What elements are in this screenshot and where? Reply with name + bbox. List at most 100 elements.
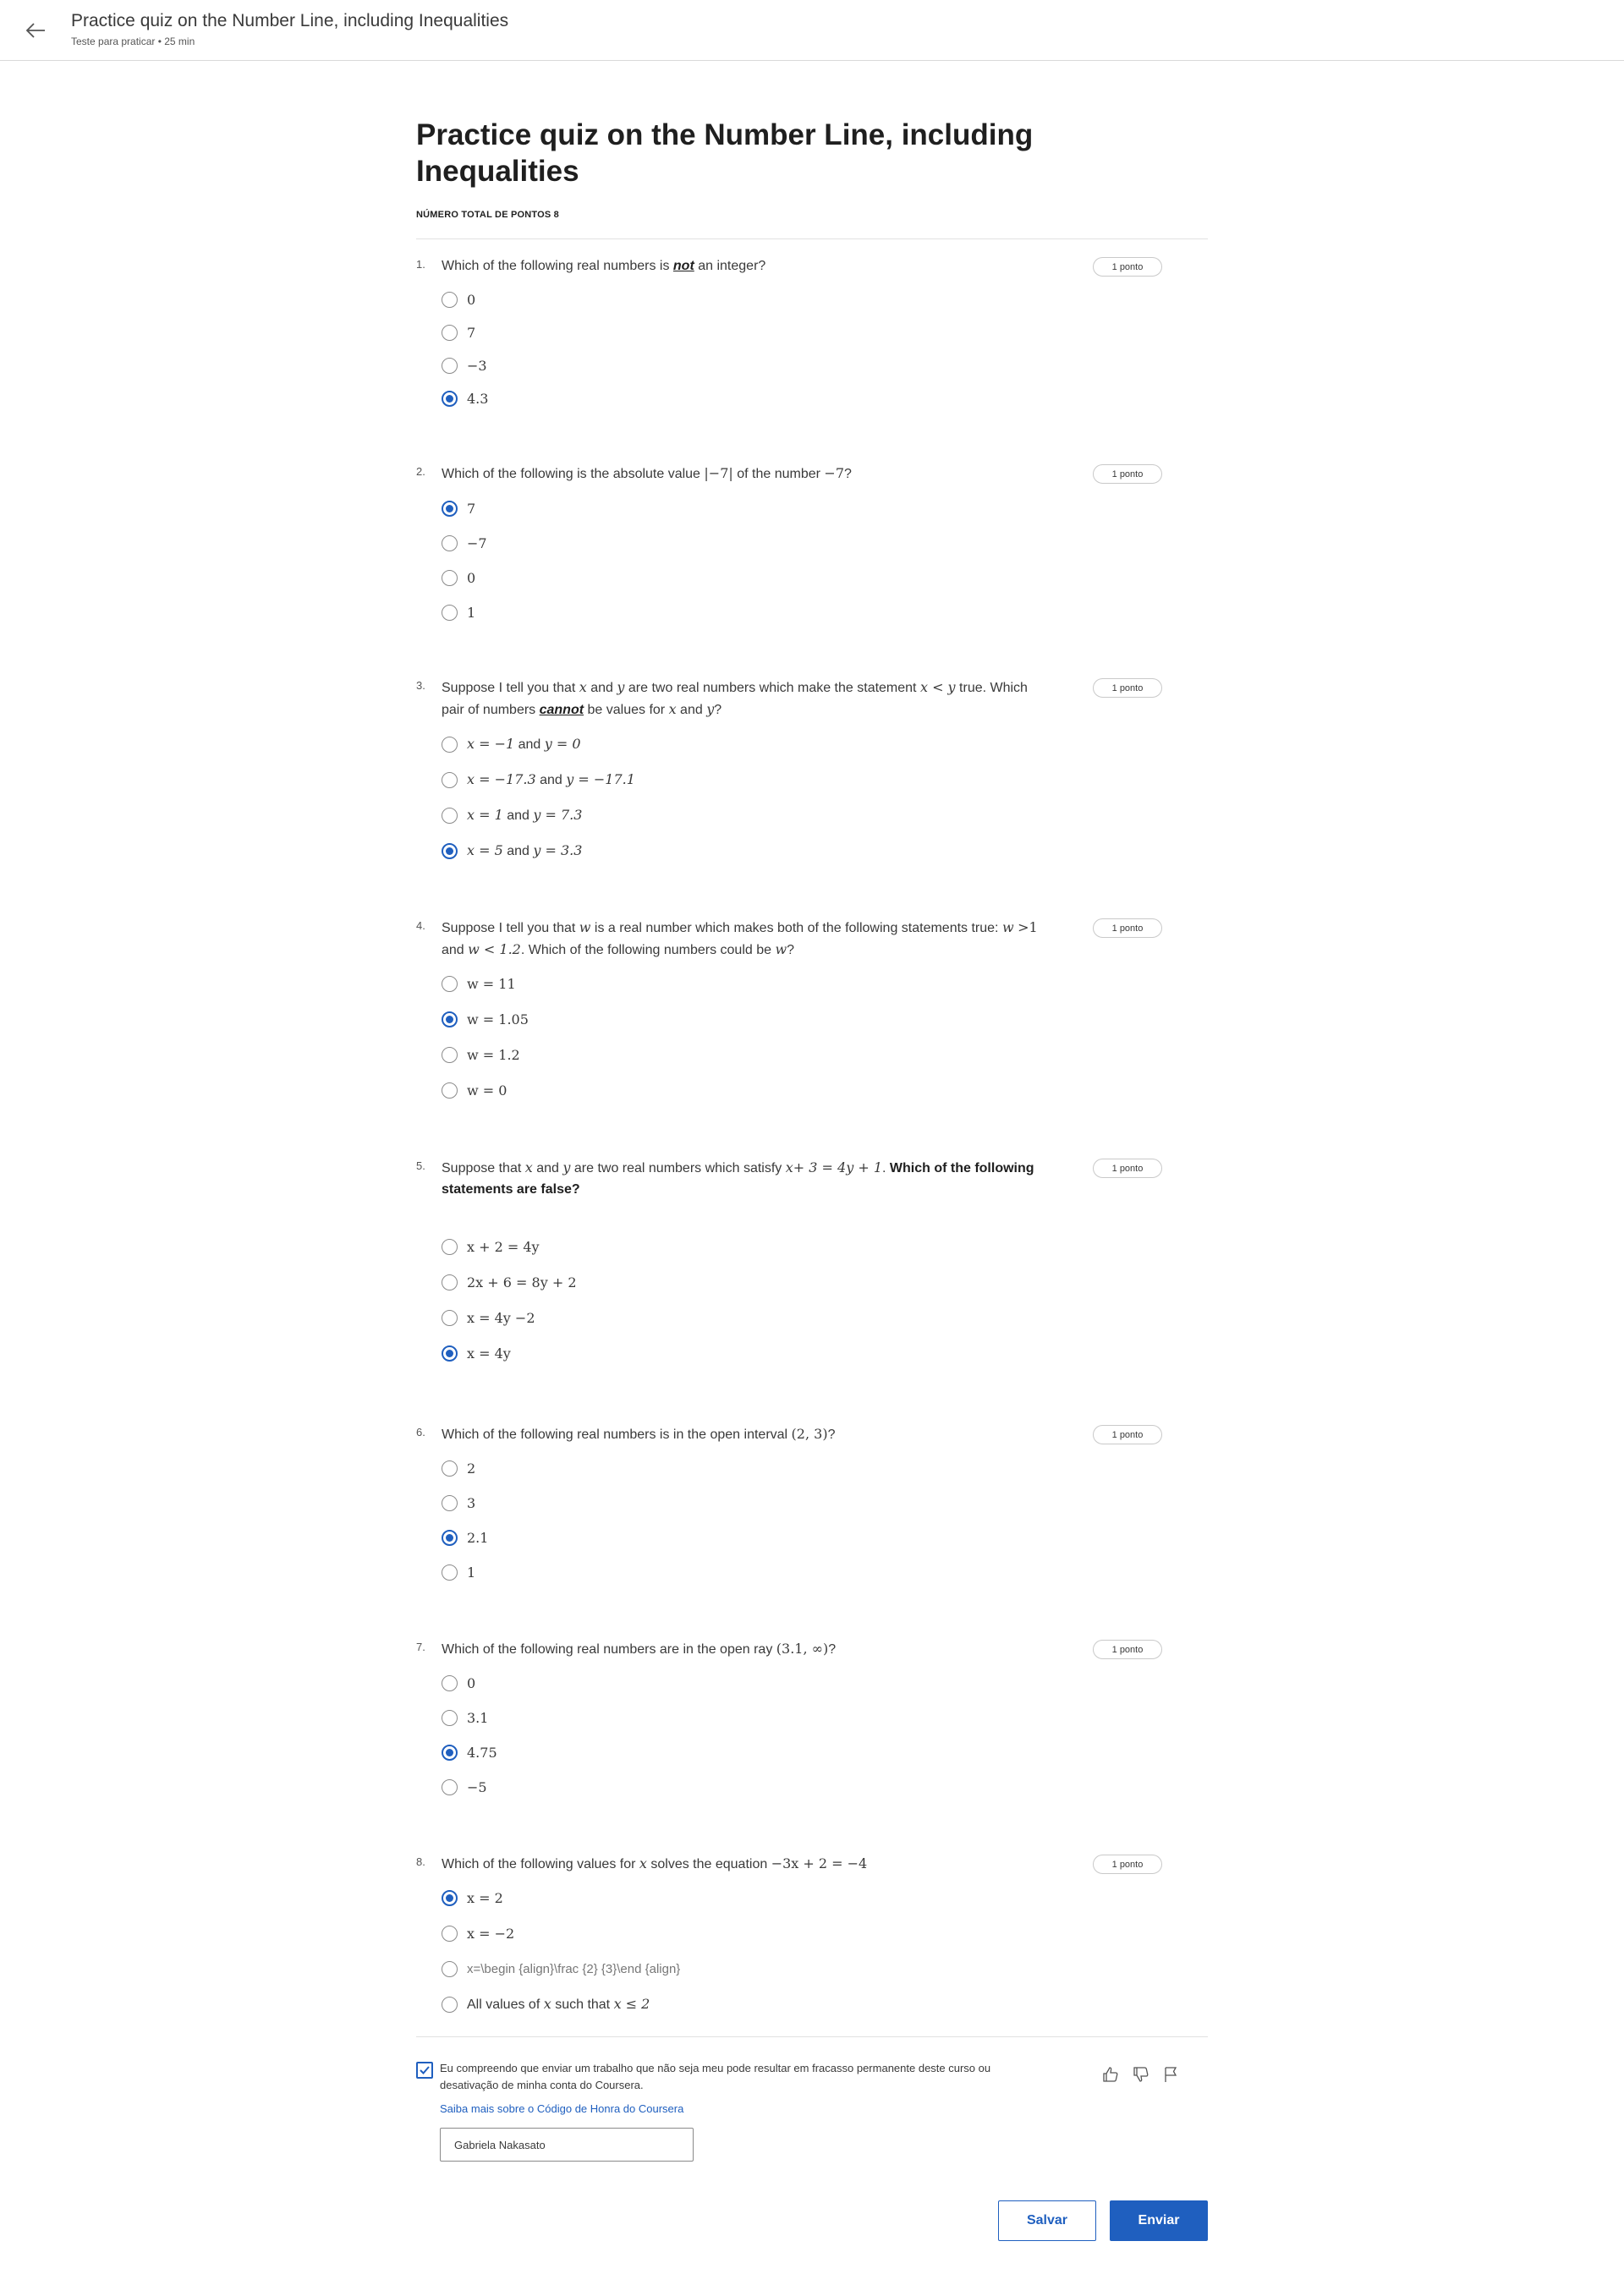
radio-button-selected[interactable] — [442, 500, 458, 517]
points-badge: 1 ponto — [1093, 464, 1162, 484]
answer-option[interactable]: 2 — [442, 1456, 475, 1480]
radio-button[interactable] — [442, 1709, 458, 1726]
radio-button-selected[interactable] — [442, 390, 458, 407]
answer-option[interactable]: 3.1 — [442, 1706, 488, 1729]
answer-option[interactable]: 2x + 6 = 8y + 2 — [442, 1270, 577, 1294]
answer-option[interactable]: x = 5 and y = 3.3 — [442, 839, 582, 863]
answer-option[interactable]: w = 0 — [442, 1078, 507, 1102]
answer-option[interactable]: 3 — [442, 1491, 475, 1515]
answer-option[interactable]: 0 — [442, 288, 475, 311]
answer-option[interactable]: x = 4y — [442, 1341, 511, 1365]
radio-button[interactable] — [442, 736, 458, 753]
answer-option[interactable]: 0 — [442, 1671, 475, 1695]
points-badge: 1 ponto — [1093, 1159, 1162, 1178]
radio-button[interactable] — [442, 1274, 458, 1290]
radio-button[interactable] — [442, 1925, 458, 1942]
radio-button[interactable] — [442, 1996, 458, 2013]
answer-option[interactable]: −7 — [442, 531, 487, 555]
question-text: Suppose that x and y are two real number… — [442, 1159, 1034, 1197]
answer-option[interactable]: −5 — [442, 1775, 487, 1799]
answer-option[interactable]: 2.1 — [442, 1526, 488, 1549]
radio-button[interactable] — [442, 1460, 458, 1477]
radio-button[interactable] — [442, 324, 458, 341]
flag-button[interactable] — [1160, 2063, 1182, 2085]
radio-button[interactable] — [442, 534, 458, 551]
question-text: Which of the following values for x solv… — [442, 1855, 868, 1871]
radio-button[interactable] — [442, 1778, 458, 1795]
question-number: 3. — [416, 679, 425, 692]
radio-button[interactable] — [442, 291, 458, 308]
checkmark-icon — [420, 2066, 430, 2074]
radio-button[interactable] — [442, 975, 458, 992]
points-badge: 1 ponto — [1093, 1855, 1162, 1874]
flag-icon — [1165, 2067, 1177, 2082]
radio-button[interactable] — [442, 604, 458, 621]
radio-button[interactable] — [442, 771, 458, 788]
thumbs-up-icon — [1103, 2067, 1118, 2082]
legal-name-input[interactable] — [440, 2128, 694, 2162]
answer-option[interactable]: −3 — [442, 353, 487, 377]
submit-button[interactable]: Enviar — [1110, 2200, 1208, 2241]
radio-button-selected[interactable] — [442, 1011, 458, 1027]
total-points-label: NÚMERO TOTAL DE PONTOS 8 — [416, 210, 560, 220]
radio-button[interactable] — [442, 1046, 458, 1063]
answer-option[interactable]: x = −2 — [442, 1921, 514, 1945]
radio-button[interactable] — [442, 1494, 458, 1511]
radio-button[interactable] — [442, 569, 458, 586]
back-button[interactable] — [20, 15, 51, 46]
question-number: 7. — [416, 1641, 425, 1653]
answer-option[interactable]: x=\begin {align}\frac {2} {3}\end {align… — [442, 1957, 680, 1981]
points-badge: 1 ponto — [1093, 1640, 1162, 1659]
question-number: 6. — [416, 1426, 425, 1438]
question-number: 8. — [416, 1855, 425, 1868]
answer-option[interactable]: 4.3 — [442, 386, 488, 410]
radio-button-selected[interactable] — [442, 842, 458, 859]
radio-button-selected[interactable] — [442, 1889, 458, 1906]
answer-option[interactable]: x = 2 — [442, 1886, 503, 1910]
answer-option[interactable]: 7 — [442, 321, 475, 344]
thumbs-up-button[interactable] — [1100, 2063, 1122, 2085]
answer-option[interactable]: 4.75 — [442, 1740, 497, 1764]
radio-button[interactable] — [442, 357, 458, 374]
radio-button[interactable] — [442, 1960, 458, 1977]
radio-button-selected[interactable] — [442, 1529, 458, 1546]
radio-button-selected[interactable] — [442, 1345, 458, 1362]
radio-button-selected[interactable] — [442, 1744, 458, 1761]
answer-option[interactable]: w = 1.05 — [442, 1007, 529, 1031]
question-text: Which of the following real numbers are … — [442, 1641, 837, 1657]
question-text: Which of the following real numbers is n… — [442, 259, 766, 273]
radio-button[interactable] — [442, 1564, 458, 1581]
radio-button[interactable] — [442, 1238, 458, 1255]
question-text: Suppose I tell you that x and y are two … — [442, 679, 1028, 717]
answer-option[interactable]: All values of x such that x ≤ 2 — [442, 1992, 650, 2016]
answer-option[interactable]: 1 — [442, 1560, 475, 1584]
divider — [416, 238, 1208, 239]
question-text: Which of the following is the absolute v… — [442, 465, 852, 481]
answer-option[interactable]: 7 — [442, 496, 475, 520]
answer-option[interactable]: x = −17.3 and y = −17.1 — [442, 768, 635, 792]
answer-option[interactable]: x = 4y −2 — [442, 1306, 535, 1329]
answer-option[interactable]: x + 2 = 4y — [442, 1235, 540, 1258]
answer-option[interactable]: 0 — [442, 566, 475, 589]
radio-button[interactable] — [442, 1082, 458, 1099]
question-text: Suppose I tell you that w is a real numb… — [442, 919, 1038, 957]
points-badge: 1 ponto — [1093, 257, 1162, 277]
honor-code-checkbox[interactable] — [416, 2062, 433, 2079]
honor-code-link[interactable]: Saiba mais sobre o Código de Honra do Co… — [440, 2102, 683, 2115]
header-title: Practice quiz on the Number Line, includ… — [71, 11, 509, 30]
points-badge: 1 ponto — [1093, 918, 1162, 938]
page-title: Practice quiz on the Number Line, includ… — [416, 118, 1034, 188]
header-subtitle: Teste para praticar • 25 min — [71, 36, 195, 47]
answer-option[interactable]: x = −1 and y = 0 — [442, 732, 581, 756]
answer-option[interactable]: w = 11 — [442, 972, 516, 995]
answer-option[interactable]: 1 — [442, 600, 475, 624]
top-bar: Practice quiz on the Number Line, includ… — [0, 0, 1624, 61]
save-button[interactable]: Salvar — [998, 2200, 1096, 2241]
radio-button[interactable] — [442, 1674, 458, 1691]
thumbs-down-button[interactable] — [1130, 2063, 1152, 2085]
answer-option[interactable]: x = 1 and y = 7.3 — [442, 803, 582, 827]
radio-button[interactable] — [442, 1309, 458, 1326]
question-text: Which of the following real numbers is i… — [442, 1426, 836, 1442]
answer-option[interactable]: w = 1.2 — [442, 1043, 520, 1066]
radio-button[interactable] — [442, 807, 458, 824]
